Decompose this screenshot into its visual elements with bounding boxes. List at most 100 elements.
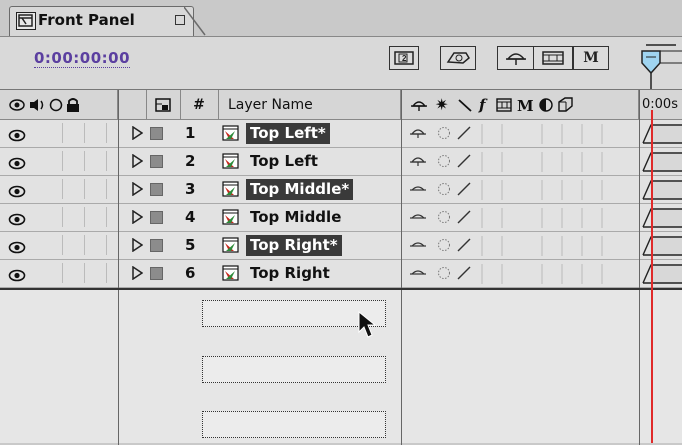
layer-switches[interactable] <box>410 180 640 204</box>
layer-switches[interactable] <box>410 208 640 232</box>
tab-edge <box>184 7 206 36</box>
table-row[interactable]: 6 Top Right <box>0 260 682 288</box>
frame-blending-button[interactable] <box>533 46 573 70</box>
av-switch-cell[interactable] <box>44 123 63 143</box>
table-row[interactable]: 3 Top Middle* <box>0 176 682 204</box>
layer-source-icon <box>222 180 239 198</box>
layer-duration-bar[interactable] <box>641 263 682 289</box>
av-switch-cell[interactable] <box>66 151 85 171</box>
expand-triangle-icon[interactable] <box>132 153 144 171</box>
av-switch-cell[interactable] <box>66 179 85 199</box>
layer-name-header[interactable]: Layer Name <box>218 90 401 119</box>
label-color-swatch[interactable] <box>150 127 163 140</box>
layer-number: 5 <box>185 236 196 254</box>
av-switch-cell[interactable] <box>66 207 85 227</box>
switches-icons: ✷ f M <box>411 96 573 114</box>
visibility-eye-icon[interactable] <box>8 155 26 174</box>
layer-source-icon <box>222 152 239 170</box>
av-switch-cell[interactable] <box>66 263 85 283</box>
label-color-swatch[interactable] <box>150 155 163 168</box>
layer-name[interactable]: Top Left* <box>246 123 330 144</box>
panel-toolbar: 0:00:00:00 2 M <box>0 36 682 90</box>
layer-number: 1 <box>185 124 196 142</box>
av-switch-cell[interactable] <box>44 235 63 255</box>
draft-3d-button[interactable] <box>440 46 476 70</box>
motion-blur-button[interactable]: M <box>573 46 609 70</box>
comp-family-button[interactable]: 2 <box>389 46 419 70</box>
visibility-eye-icon[interactable] <box>8 211 26 230</box>
column-divider <box>401 290 402 445</box>
layer-switches[interactable] <box>410 124 640 148</box>
av-switch-cell[interactable] <box>88 235 107 255</box>
layer-number: 4 <box>185 208 196 226</box>
layer-name[interactable]: Top Right* <box>246 235 342 256</box>
table-row[interactable]: 5 Top Right* <box>0 232 682 260</box>
visibility-eye-icon[interactable] <box>8 127 26 146</box>
tab-title: Front Panel <box>38 11 135 29</box>
column-divider <box>118 290 119 445</box>
label-color-swatch[interactable] <box>150 267 163 280</box>
current-time-display[interactable]: 0:00:00:00 <box>34 49 131 68</box>
av-switch-cell[interactable] <box>44 263 63 283</box>
expand-triangle-icon[interactable] <box>132 125 144 143</box>
column-header: # Layer Name ✷ f M 0:00s <box>0 90 682 120</box>
layer-name[interactable]: Top Middle <box>246 207 345 228</box>
drop-target-box[interactable] <box>202 411 386 438</box>
label-color-header <box>146 90 181 119</box>
visibility-eye-icon[interactable] <box>8 267 26 286</box>
time-navigator-handle[interactable] <box>640 41 682 91</box>
table-row[interactable]: 2 Top Left <box>0 148 682 176</box>
layer-duration-bar[interactable] <box>641 179 682 205</box>
av-switch-cell[interactable] <box>44 151 63 171</box>
layer-switches[interactable] <box>410 152 640 176</box>
expand-triangle-icon[interactable] <box>132 209 144 227</box>
layer-name[interactable]: Top Right <box>246 263 334 284</box>
switches-header: ✷ f M <box>401 90 639 119</box>
time-ruler-label: 0:00s <box>642 97 678 112</box>
av-features-icons <box>9 97 79 112</box>
av-features-header <box>0 90 118 119</box>
current-time-indicator[interactable] <box>651 110 653 443</box>
av-switch-cell[interactable] <box>66 235 85 255</box>
layer-number: 6 <box>185 264 196 282</box>
av-switch-cell[interactable] <box>88 151 107 171</box>
tab-front-panel[interactable]: Front Panel <box>9 6 194 37</box>
label-color-swatch[interactable] <box>150 239 163 252</box>
layer-duration-bar[interactable] <box>641 123 682 149</box>
table-row[interactable]: 4 Top Middle <box>0 204 682 232</box>
table-row[interactable]: 1 Top Left* <box>0 120 682 148</box>
av-switch-cell[interactable] <box>44 179 63 199</box>
layer-number: 2 <box>185 152 196 170</box>
visibility-eye-icon[interactable] <box>8 183 26 202</box>
av-switch-cell[interactable] <box>88 179 107 199</box>
expand-triangle-icon[interactable] <box>132 265 144 283</box>
expand-triangle-icon[interactable] <box>132 181 144 199</box>
layer-duration-bar[interactable] <box>641 151 682 177</box>
visibility-eye-icon[interactable] <box>8 239 26 258</box>
drop-target-box[interactable] <box>202 356 386 383</box>
av-switch-cell[interactable] <box>44 207 63 227</box>
svg-text:✷: ✷ <box>435 96 448 114</box>
label-color-swatch[interactable] <box>150 211 163 224</box>
layer-duration-bar[interactable] <box>641 235 682 261</box>
av-switch-cell[interactable] <box>88 207 107 227</box>
av-switch-cell[interactable] <box>66 123 85 143</box>
layer-name[interactable]: Top Left <box>246 151 322 172</box>
expand-triangle-icon[interactable] <box>132 237 144 255</box>
layer-switches[interactable] <box>410 264 640 288</box>
layer-switches[interactable] <box>410 236 640 260</box>
shy-layers-button[interactable] <box>497 46 535 70</box>
layer-source-icon <box>222 264 239 282</box>
layer-duration-bar[interactable] <box>641 207 682 233</box>
tab-bar: Front Panel <box>0 0 682 37</box>
label-color-swatch[interactable] <box>150 183 163 196</box>
layer-number: 3 <box>185 180 196 198</box>
svg-text:2: 2 <box>402 54 407 63</box>
layer-name[interactable]: Top Middle* <box>246 179 354 200</box>
svg-text:f: f <box>478 96 488 114</box>
av-switch-cell[interactable] <box>88 263 107 283</box>
av-switch-cell[interactable] <box>88 123 107 143</box>
layer-source-icon <box>222 208 239 226</box>
label-header <box>118 90 147 119</box>
label-icon <box>155 97 171 112</box>
